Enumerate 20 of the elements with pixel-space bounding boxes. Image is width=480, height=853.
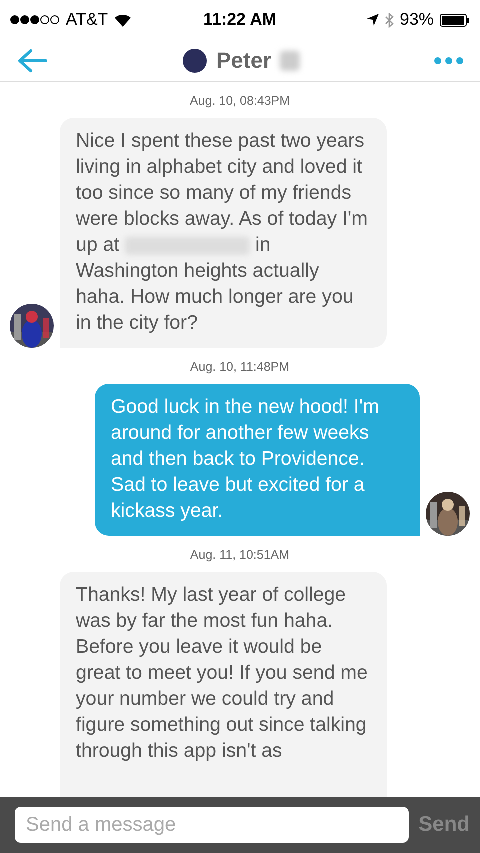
back-icon[interactable] [18, 48, 48, 72]
message-timestamp: Aug. 10, 11:48PM [190, 360, 290, 374]
message-input[interactable]: Send a message [15, 807, 409, 843]
message-timestamp: Aug. 10, 08:43PM [190, 94, 290, 108]
battery-icon [440, 14, 470, 26]
message-timestamp: Aug. 11, 10:51AM [190, 548, 290, 562]
bluetooth-icon [384, 12, 394, 28]
send-button[interactable]: Send [418, 813, 470, 837]
battery-percent: 93% [400, 10, 434, 30]
avatar-icon [182, 48, 208, 74]
signal-icon [10, 15, 60, 25]
wifi-icon [114, 14, 132, 26]
clock-time: 11:22 AM [203, 10, 277, 30]
contact-name: Peter [216, 48, 272, 74]
carrier-name: AT&T [66, 10, 108, 30]
location-icon [366, 14, 379, 26]
message-text: Nice I spent these past two years living in alphabet city and loved it too since so many of my friends were blocks away. As of today I'm up at in Washington heights actually haha. How much longer are you in the city for? [60, 118, 387, 348]
more-icon[interactable] [434, 56, 464, 64]
message-text: Thanks! My last year of college was by far the most fun haha. Before you leave it would be great to meet you! If you send me your number we could try and figure something out since talking through this app isn't as [60, 572, 387, 797]
message-text: Good luck in the new hood! I'm around for another few weeks and then back to Providence. Sad to leave but excited for a kickass year. [95, 384, 420, 536]
